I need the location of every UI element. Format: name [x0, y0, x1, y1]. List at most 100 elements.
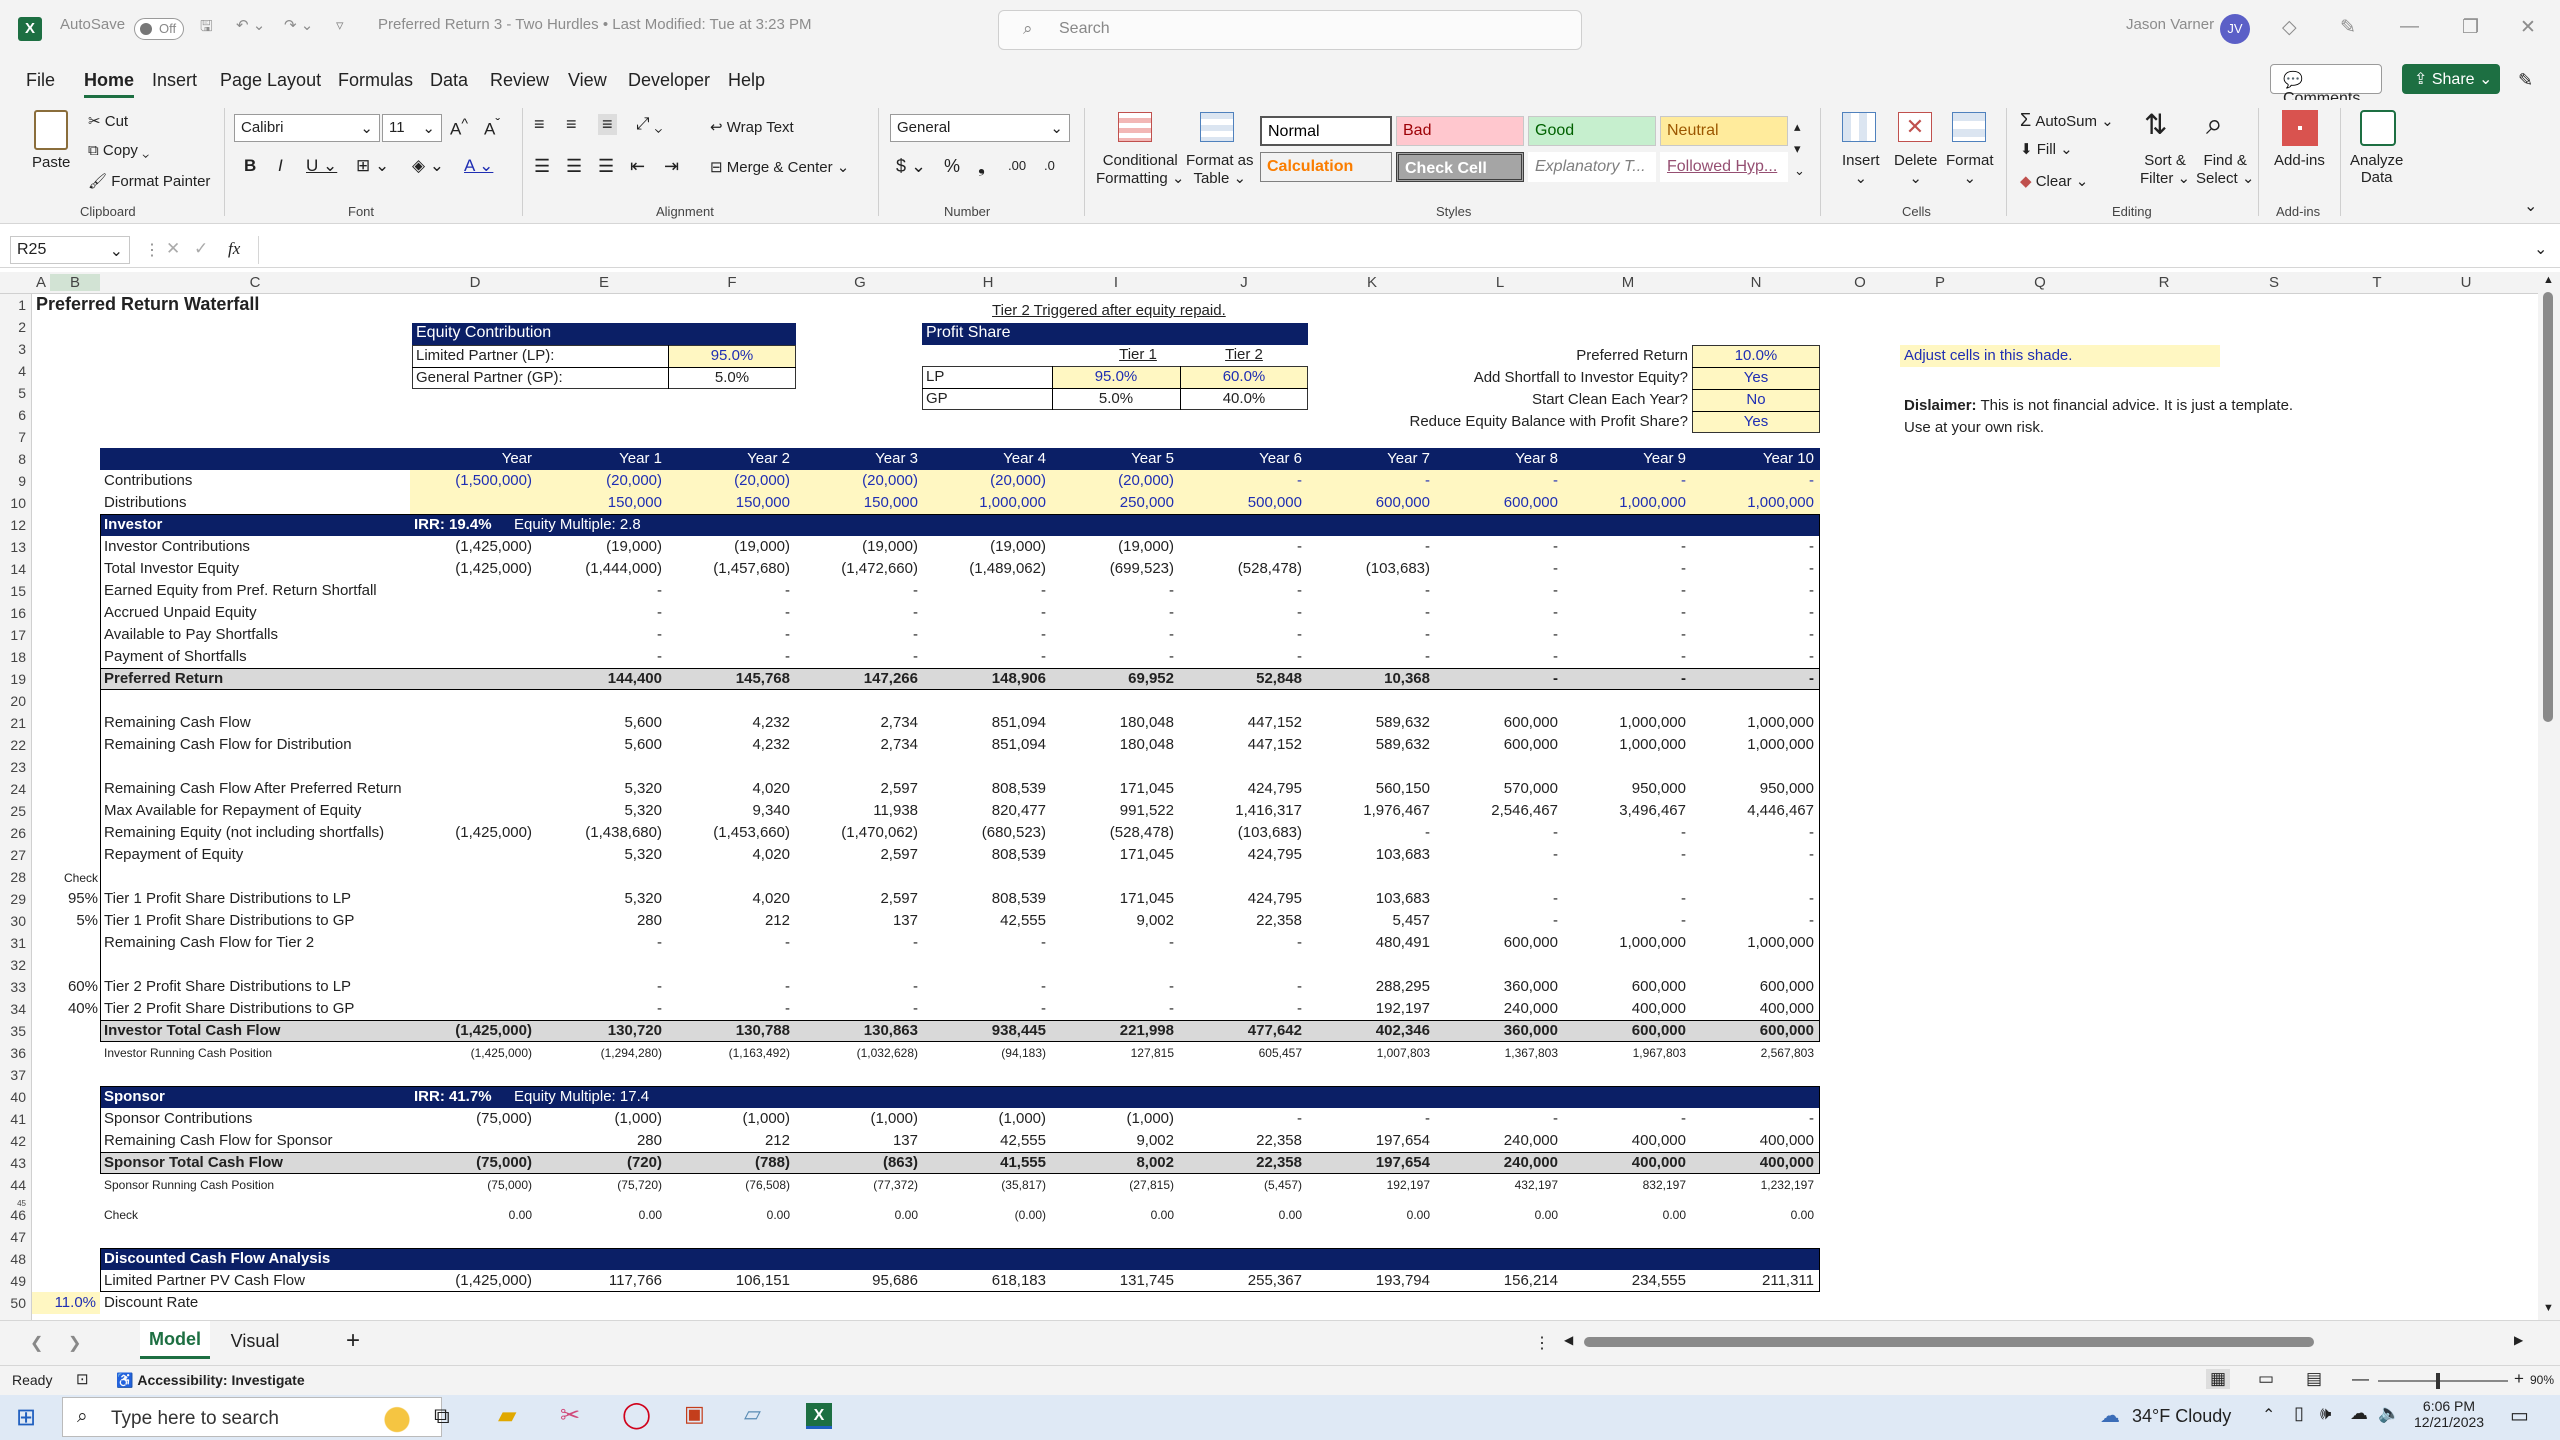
value-cell[interactable]: (77,372)	[796, 1175, 918, 1195]
row-header[interactable]: 40	[0, 1089, 30, 1105]
value-cell[interactable]: 0.00	[540, 1205, 662, 1225]
row-header[interactable]: 29	[0, 891, 30, 907]
value-cell[interactable]: 400,000	[1564, 1131, 1686, 1151]
value-cell[interactable]: 360,000	[1436, 977, 1558, 997]
investor_hdr-header-band[interactable]	[100, 514, 1820, 536]
value-cell[interactable]: -	[796, 999, 918, 1019]
comments-button[interactable]: 💬 Comments	[2270, 64, 2382, 107]
value-cell[interactable]: 0.00	[1564, 1205, 1686, 1225]
value-cell[interactable]: 69,952	[1052, 669, 1174, 689]
col-S[interactable]: S	[2228, 274, 2320, 291]
row-label[interactable]: Investor Running Cash Position	[104, 1043, 272, 1063]
value-cell[interactable]: (1,453,660)	[668, 823, 790, 843]
value-cell[interactable]: 950,000	[1692, 779, 1814, 799]
row-label[interactable]: Remaining Cash Flow After Preferred Retu…	[104, 779, 402, 799]
value-cell[interactable]: 2,567,803	[1692, 1043, 1814, 1063]
align-middle-icon[interactable]: ≡	[566, 114, 577, 135]
page-layout-view-icon[interactable]: ▭	[2258, 1369, 2274, 1389]
value-cell[interactable]: 3,496,467	[1564, 801, 1686, 821]
notifications-icon[interactable]: ▭	[2510, 1403, 2529, 1428]
value-cell[interactable]: -	[1052, 625, 1174, 645]
distributions-cell[interactable]: 150,000	[796, 493, 918, 513]
value-cell[interactable]: 1,976,467	[1308, 801, 1430, 821]
cancel-formula-icon[interactable]: ✕	[166, 239, 180, 259]
value-cell[interactable]: 22,358	[1180, 1131, 1302, 1151]
value-cell[interactable]: 171,045	[1052, 779, 1174, 799]
user-name[interactable]: Jason Varner	[2126, 16, 2214, 33]
file-explorer-icon[interactable]: ▰	[498, 1401, 516, 1430]
style-bad[interactable]: Bad	[1396, 116, 1524, 146]
value-cell[interactable]: 0.00	[796, 1205, 918, 1225]
value-cell[interactable]: 288,295	[1308, 977, 1430, 997]
contributions-cell[interactable]: -	[1692, 471, 1814, 491]
decrease-indent-icon[interactable]: ⇤	[630, 156, 645, 177]
row-header[interactable]: 36	[0, 1045, 30, 1061]
undo-icon[interactable]: ↶ ⌄	[236, 16, 265, 34]
font-size-select[interactable]: 11 ⌄	[382, 114, 442, 142]
value-cell[interactable]: (1,438,680)	[540, 823, 662, 843]
value-cell[interactable]: 600,000	[1692, 977, 1814, 997]
value-cell[interactable]: 1,000,000	[1692, 933, 1814, 953]
currency-icon[interactable]: $ ⌄	[896, 156, 926, 177]
align-top-icon[interactable]: ≡	[534, 114, 545, 135]
value-cell[interactable]: 2,734	[796, 735, 918, 755]
menu-insert[interactable]: Insert	[152, 70, 197, 91]
value-cell[interactable]: (19,000)	[924, 537, 1046, 557]
value-cell[interactable]: 447,152	[1180, 735, 1302, 755]
value-cell[interactable]: -	[668, 977, 790, 997]
dcf-header[interactable]: Discounted Cash Flow Analysis	[104, 1249, 330, 1269]
expand-formula-icon[interactable]: ⌄	[2534, 239, 2547, 259]
increase-font-icon[interactable]: A^	[450, 116, 468, 140]
dcf-cell[interactable]: 117,766	[540, 1271, 662, 1291]
value-cell[interactable]: 447,152	[1180, 713, 1302, 733]
value-cell[interactable]: -	[1308, 537, 1430, 557]
value-cell[interactable]: -	[1692, 559, 1814, 579]
contributions-cell[interactable]: (20,000)	[668, 471, 790, 491]
value-cell[interactable]: 280	[540, 911, 662, 931]
value-cell[interactable]: 4,446,467	[1692, 801, 1814, 821]
menu-developer[interactable]: Developer	[628, 70, 710, 91]
tier2-heading[interactable]: Tier 2	[1180, 345, 1308, 365]
value-cell[interactable]: -	[924, 999, 1046, 1019]
value-cell[interactable]: 477,642	[1180, 1021, 1302, 1041]
format-cells-icon[interactable]	[1952, 112, 1986, 142]
value-cell[interactable]: 589,632	[1308, 713, 1430, 733]
document-title[interactable]: Preferred Return 3 - Two Hurdles • Last …	[378, 16, 812, 33]
accessibility-status[interactable]: ♿ Accessibility: Investigate	[116, 1372, 305, 1389]
weather-icon[interactable]: ☁	[2100, 1403, 2120, 1428]
value-cell[interactable]: 1,007,803	[1308, 1043, 1430, 1063]
analyze-data-icon[interactable]	[2360, 110, 2396, 146]
value-cell[interactable]: -	[1692, 889, 1814, 909]
row-header[interactable]: 27	[0, 847, 30, 863]
value-cell[interactable]: 1,000,000	[1692, 713, 1814, 733]
row-label[interactable]: Investor Total Cash Flow	[104, 1021, 280, 1041]
value-cell[interactable]: (680,523)	[924, 823, 1046, 843]
row-header[interactable]: 9	[0, 473, 30, 489]
value-cell[interactable]: 130,863	[796, 1021, 918, 1041]
value-cell[interactable]: 240,000	[1436, 999, 1558, 1019]
value-cell[interactable]: -	[1308, 823, 1430, 843]
value-cell[interactable]: 240,000	[1436, 1153, 1558, 1173]
investor_hdr-irr[interactable]: IRR: 19.4%	[414, 515, 492, 535]
value-cell[interactable]: 0.00	[668, 1205, 790, 1225]
value-cell[interactable]: (1,000)	[540, 1109, 662, 1129]
value-cell[interactable]: 22,358	[1180, 911, 1302, 931]
value-cell[interactable]: 0.00	[1692, 1205, 1814, 1225]
add-ins-button[interactable]: Add-ins	[2274, 152, 2325, 169]
value-cell[interactable]: 0.00	[1052, 1205, 1174, 1225]
value-cell[interactable]: -	[796, 933, 918, 953]
row-header[interactable]: 8	[0, 451, 30, 467]
value-cell[interactable]: -	[1180, 647, 1302, 667]
row-header[interactable]: 18	[0, 649, 30, 665]
decrease-decimal-icon[interactable]: .0	[1044, 158, 1055, 173]
profit-lp-label[interactable]: LP	[926, 367, 944, 387]
value-cell[interactable]: (1,000)	[1052, 1109, 1174, 1129]
row-label[interactable]: Sponsor Contributions	[104, 1109, 252, 1129]
insert-function-icon[interactable]: fx	[228, 239, 240, 259]
row-label[interactable]: Remaining Cash Flow	[104, 713, 251, 733]
autosum-button[interactable]: Σ AutoSum ⌄	[2020, 110, 2114, 131]
value-cell[interactable]: (75,720)	[540, 1175, 662, 1195]
conditional-formatting-button[interactable]: Conditional Formatting ⌄	[1096, 152, 1184, 187]
value-cell[interactable]: (1,444,000)	[540, 559, 662, 579]
row-header[interactable]: 3	[0, 341, 30, 357]
